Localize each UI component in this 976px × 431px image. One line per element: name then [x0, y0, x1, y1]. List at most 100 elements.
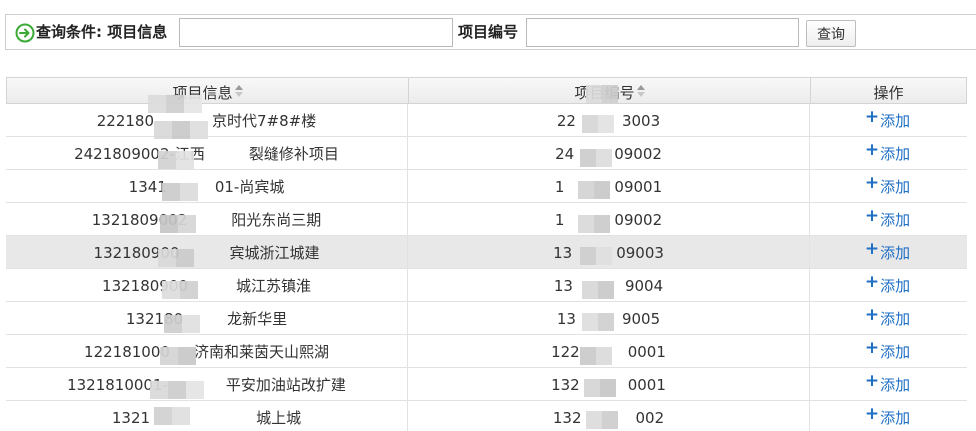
plus-icon: + [864, 338, 880, 358]
action-cell: +添加 [810, 368, 965, 400]
add-link[interactable]: +添加 [865, 305, 910, 328]
project-no-label: 项目编号 [458, 23, 519, 41]
table-row[interactable]: 2421809002-江西 裂缝修补项目 24 09002 +添加 [6, 137, 967, 170]
column-header-label: 项目编号 [574, 84, 635, 102]
column-header-label: 项目信息 [172, 84, 233, 102]
project-no-text-2: 09003 [616, 244, 664, 262]
project-no-text: 24 [555, 145, 575, 163]
table-row[interactable]: 1321 城上城 132 002 +添加 [6, 401, 967, 431]
project-no-text-2: 9004 [624, 277, 664, 295]
arrow-right-circle-icon [15, 23, 35, 43]
add-label: 添加 [880, 244, 911, 262]
plus-icon: + [864, 173, 880, 193]
project-no-text-2: 09002 [614, 145, 662, 163]
add-link[interactable]: +添加 [865, 272, 911, 295]
project-no-text: 22 [556, 112, 576, 130]
project-no-text-2: 0001 [627, 376, 666, 394]
sort-icon[interactable] [234, 85, 243, 97]
project-no-cell: 1 09001 [408, 170, 810, 202]
project-no-text-2: 002 [635, 409, 665, 427]
table-row[interactable]: 132180 龙新华里 13 9005 +添加 [6, 302, 967, 335]
project-info-text: 2421809002-江西 [74, 145, 205, 163]
project-info-input[interactable] [179, 18, 453, 47]
add-link[interactable]: +添加 [865, 107, 911, 130]
project-no-text: 132 [552, 409, 582, 427]
table-row[interactable]: 132180900 宾城浙江城建 13 09003 +添加 [6, 236, 967, 269]
project-info-text: 122181000 [84, 343, 170, 361]
project-no-text-2: 0001 [627, 343, 666, 361]
add-link[interactable]: +添加 [865, 140, 911, 163]
table-row[interactable]: 1321810001- 平安加油站改扩建 132 0001 +添加 [6, 368, 967, 401]
add-link[interactable]: +添加 [865, 338, 910, 361]
plus-icon: + [864, 272, 880, 292]
add-link[interactable]: +添加 [865, 206, 910, 229]
column-header-project-info[interactable]: 项目信息 [7, 78, 409, 104]
project-info-text: 132180 [125, 310, 184, 328]
project-no-text: 1 [554, 211, 565, 229]
column-header-project-no[interactable]: 项目编号 [409, 78, 811, 104]
project-info-cell: 2421809002-江西 裂缝修补项目 [6, 137, 408, 169]
search-button[interactable]: 查询 [806, 20, 856, 47]
action-cell: +添加 [810, 236, 965, 268]
add-link[interactable]: +添加 [865, 404, 910, 427]
action-cell: +添加 [810, 269, 965, 301]
table-row[interactable]: 1321809002 阳光东尚三期 1 09002 +添加 [6, 203, 967, 236]
project-info-text-2: 裂缝修补项目 [248, 145, 339, 163]
plus-icon: + [864, 107, 880, 127]
action-cell: +添加 [810, 137, 965, 169]
project-info-text-2: 龙新华里 [227, 310, 288, 328]
project-info-cell: 1341 01-尚宾城 [6, 170, 408, 202]
action-cell: +添加 [810, 104, 965, 136]
project-grid: 项目信息 项目编号 操作 222180 京时代7#8#楼 22 3003 +添加 2… [6, 77, 976, 431]
project-info-text: 132180900 [102, 277, 188, 295]
table-row[interactable]: 122181000 济南和莱茵天山熙湖 122 0001 +添加 [6, 335, 967, 368]
add-label: 添加 [880, 178, 911, 196]
project-info-text: 1321810001- [67, 376, 168, 394]
project-info-text-2: 01-尚宾城 [214, 178, 285, 196]
action-cell: +添加 [810, 203, 965, 235]
project-info-cell: 122181000 济南和莱茵天山熙湖 [6, 335, 408, 367]
project-info-text-2: 阳光东尚三期 [231, 211, 322, 229]
add-label: 添加 [880, 112, 911, 130]
project-no-cell: 1 09002 [408, 203, 810, 235]
plus-icon: + [864, 371, 880, 391]
project-no-cell: 132 002 [408, 401, 810, 431]
project-no-text: 13 [553, 277, 573, 295]
project-no-cell: 13 9005 [408, 302, 810, 334]
project-info-text-2: 城上城 [256, 409, 302, 427]
project-info-cell: 132180 龙新华里 [6, 302, 408, 334]
project-no-cell: 13 09003 [408, 236, 810, 268]
project-info-text-2: 京时代7#8#楼 [212, 112, 317, 130]
project-no-text: 122 [551, 343, 580, 361]
action-cell: +添加 [810, 170, 965, 202]
plus-icon: + [864, 206, 880, 226]
table-row[interactable]: 132180900 城江苏镇淮 13 9004 +添加 [6, 269, 967, 302]
project-info-text-2: 城江苏镇淮 [235, 277, 311, 295]
project-no-text: 13 [553, 244, 573, 262]
project-info-cell: 1321810001- 平安加油站改扩建 [6, 368, 408, 400]
action-cell: +添加 [810, 302, 965, 334]
table-row[interactable]: 1341 01-尚宾城 1 09001 +添加 [6, 170, 967, 203]
add-link[interactable]: +添加 [865, 371, 910, 394]
add-label: 添加 [880, 145, 911, 163]
project-no-cell: 13 9004 [408, 269, 810, 301]
table-row[interactable]: 222180 京时代7#8#楼 22 3003 +添加 [6, 104, 967, 137]
project-info-cell: 132180900 城江苏镇淮 [6, 269, 408, 301]
column-header-label: 操作 [873, 84, 904, 102]
project-no-cell: 22 3003 [408, 104, 810, 136]
project-no-text-2: 09002 [614, 211, 663, 229]
add-link[interactable]: +添加 [865, 239, 911, 262]
project-info-text: 1341 [128, 178, 167, 196]
project-info-text: 1321 [111, 409, 151, 427]
project-info-text: 132180900 [93, 244, 180, 262]
project-no-cell: 24 09002 [408, 137, 810, 169]
project-no-text-2: 3003 [621, 112, 661, 130]
add-label: 添加 [880, 277, 911, 295]
action-cell: +添加 [810, 401, 965, 431]
project-no-input[interactable] [526, 18, 799, 47]
column-header-action: 操作 [811, 78, 966, 104]
query-bar: 查询条件: 项目信息 项目编号 查询 [5, 14, 976, 50]
project-info-cell: 132180900 宾城浙江城建 [6, 236, 408, 268]
add-link[interactable]: +添加 [865, 173, 911, 196]
sort-icon[interactable] [636, 85, 645, 97]
